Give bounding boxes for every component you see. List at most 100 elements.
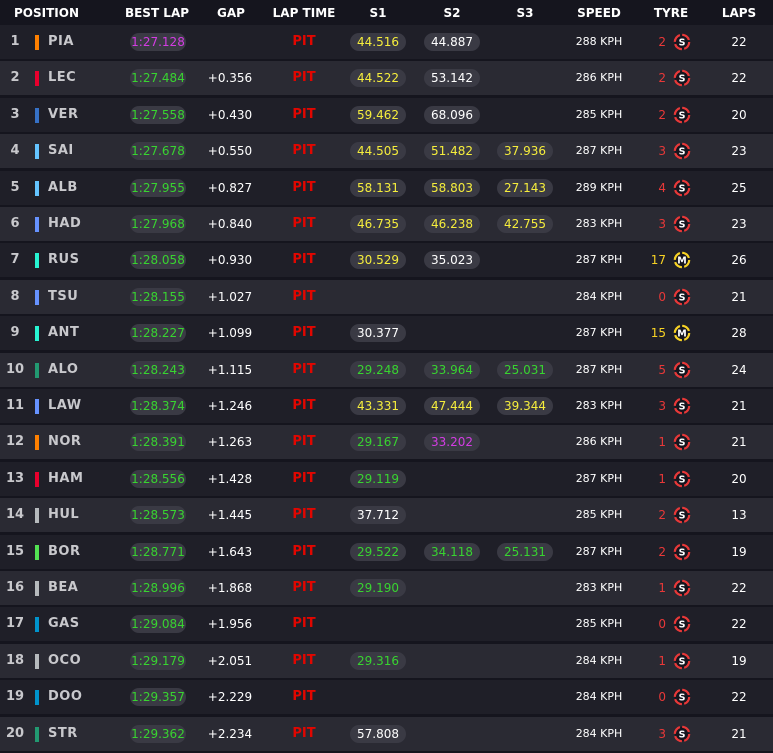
gap-value: +1.246: [207, 399, 253, 413]
table-row[interactable]: 9 ANT 1:28.227 +1.099 PIT 30.377 287 KPH 15 M 28: [0, 316, 773, 351]
driver-code[interactable]: HUL: [48, 498, 79, 532]
header-position[interactable]: POSITION: [14, 6, 79, 20]
best-lap-time: 1:29.179: [130, 651, 186, 670]
table-row[interactable]: 2 LEC 1:27.484 +0.356 PIT 44.522 53.142 286 KPH…: [0, 61, 773, 96]
driver-code[interactable]: ANT: [48, 316, 79, 350]
header-lap-time[interactable]: LAP TIME: [273, 6, 336, 20]
position-number: 20: [5, 725, 25, 741]
driver-code[interactable]: BOR: [48, 535, 80, 569]
tyre-age: 17: [650, 253, 666, 268]
driver-code[interactable]: HAD: [48, 207, 81, 241]
sector-s2-time: 51.482: [424, 142, 480, 161]
header-gap[interactable]: GAP: [217, 6, 245, 20]
header-speed[interactable]: SPEED: [577, 6, 621, 20]
gap-value: +0.840: [207, 217, 253, 231]
table-row[interactable]: 14 HUL 1:28.573 +1.445 PIT 37.712 285 KPH 2 S 13: [0, 498, 773, 533]
table-row[interactable]: 12 NOR 1:28.391 +1.263 PIT 29.167 33.202 286 KP…: [0, 425, 773, 460]
position-number: 2: [10, 70, 20, 86]
driver-code[interactable]: RUS: [48, 243, 79, 277]
lap-time-status: PIT: [292, 216, 316, 231]
tyre-compound-label: S: [679, 74, 686, 85]
tyre-compound-label: S: [679, 365, 686, 376]
laps-count: 24: [731, 362, 747, 377]
lap-time-status: PIT: [292, 434, 316, 450]
header-best-lap[interactable]: BEST LAP: [125, 6, 189, 20]
header-s3[interactable]: S3: [517, 6, 534, 20]
timing-table: POSITION BEST LAP GAP LAP TIME S1 S2 S3 …: [0, 0, 773, 753]
sector-s1-time: 44.505: [350, 142, 406, 161]
driver-code[interactable]: NOR: [48, 425, 81, 459]
sector-s3-time: 39.344: [497, 397, 553, 415]
laps-count: 20: [731, 107, 747, 122]
position-number: 7: [10, 252, 20, 268]
table-row[interactable]: 6 HAD 1:27.968 +0.840 PIT 46.735 46.238 42.755 2…: [0, 207, 773, 241]
driver-code[interactable]: LEC: [48, 61, 76, 95]
speed-value: 285 KPH: [575, 617, 623, 631]
driver-code[interactable]: SAI: [48, 134, 74, 168]
lap-time-status: PIT: [292, 543, 316, 559]
gap-value: [200, 25, 260, 59]
soft-tyre-icon: S: [673, 579, 691, 597]
table-row[interactable]: 10 ALO 1:28.243 +1.115 PIT 29.248 33.964 25.031…: [0, 352, 773, 387]
gap-value: +0.550: [207, 144, 253, 159]
driver-code[interactable]: LAW: [48, 389, 82, 423]
sector-s1-time: 29.190: [350, 579, 406, 597]
driver-code[interactable]: TSU: [48, 280, 78, 314]
driver-code[interactable]: PIA: [48, 25, 74, 59]
driver-code[interactable]: ALO: [48, 353, 78, 387]
driver-code[interactable]: HAM: [48, 462, 83, 496]
laps-count: 22: [731, 690, 747, 705]
sector-s2-time: 46.238: [424, 215, 480, 233]
table-row[interactable]: 8 TSU 1:28.155 +1.027 PIT 284 KPH 0 S 21: [0, 279, 773, 314]
table-row[interactable]: 15 BOR 1:28.771 +1.643 PIT 29.522 34.118 25.131…: [0, 534, 773, 569]
laps-count: 21: [731, 435, 747, 450]
best-lap-time: 1:28.771: [130, 542, 186, 561]
driver-code[interactable]: VER: [48, 98, 78, 132]
driver-code[interactable]: OCO: [48, 644, 81, 678]
header-s2[interactable]: S2: [444, 6, 461, 20]
driver-code[interactable]: GAS: [48, 607, 80, 641]
table-row[interactable]: 7 RUS 1:28.058 +0.930 PIT 30.529 35.023 287 KPH…: [0, 243, 773, 278]
header-laps[interactable]: LAPS: [722, 6, 756, 20]
table-row[interactable]: 4 SAI 1:27.678 +0.550 PIT 44.505 51.482 37.936 2…: [0, 134, 773, 169]
driver-code[interactable]: ALB: [48, 171, 78, 205]
table-row[interactable]: 13 HAM 1:28.556 +1.428 PIT 29.119 287 KPH 1 S 20: [0, 461, 773, 496]
table-row[interactable]: 17 GAS 1:29.084 +1.956 PIT 285 KPH 0 S 22: [0, 607, 773, 642]
table-row[interactable]: 3 VER 1:27.558 +0.430 PIT 59.462 68.096 285 KPH…: [0, 97, 773, 132]
table-row[interactable]: 18 OCO 1:29.179 +2.051 PIT 29.316 284 KPH 1 S 19: [0, 643, 773, 678]
speed-value: 285 KPH: [575, 107, 623, 121]
tyre-age: 15: [650, 326, 666, 341]
team-color-bar: [35, 362, 39, 378]
soft-tyre-icon: S: [673, 361, 691, 379]
gap-value: +0.827: [207, 180, 253, 195]
table-row[interactable]: 11 LAW 1:28.374 +1.246 PIT 43.331 47.444 39.344…: [0, 389, 773, 423]
lap-time-status: PIT: [292, 34, 316, 49]
table-row[interactable]: 1 PIA 1:27.128 PIT 44.516 44.887 288 KPH 2 S 22: [0, 25, 773, 59]
header-tyre[interactable]: TYRE: [654, 6, 688, 20]
position-number: 17: [5, 616, 25, 632]
soft-tyre-icon: S: [673, 106, 691, 124]
driver-code[interactable]: DOO: [48, 680, 82, 714]
team-color-bar: [35, 71, 39, 87]
table-row[interactable]: 16 BEA 1:28.996 +1.868 PIT 29.190 283 KPH 1 S 22: [0, 571, 773, 605]
driver-code[interactable]: STR: [48, 717, 78, 751]
position-number: 8: [10, 288, 20, 304]
sector-s1-time: 30.529: [350, 251, 406, 270]
header-s1[interactable]: S1: [370, 6, 387, 20]
position-number: 15: [5, 543, 25, 559]
gap-value: +1.428: [207, 471, 253, 486]
table-row[interactable]: 20 STR 1:29.362 +2.234 PIT 57.808 284 KPH 3 S 21: [0, 716, 773, 751]
gap-value: +0.930: [207, 253, 253, 268]
driver-code[interactable]: BEA: [48, 571, 78, 605]
team-color-bar: [35, 581, 39, 596]
soft-tyre-icon: S: [673, 543, 691, 561]
best-lap-time: 1:28.374: [130, 397, 186, 415]
table-row[interactable]: 19 DOO 1:29.357 +2.229 PIT 284 KPH 0 S 22: [0, 680, 773, 715]
speed-value: 287 KPH: [575, 253, 623, 267]
tyre-compound-label: M: [677, 256, 686, 267]
table-row[interactable]: 5 ALB 1:27.955 +0.827 PIT 58.131 58.803 27.143 2…: [0, 170, 773, 205]
best-lap-time: 1:28.556: [130, 469, 186, 488]
soft-tyre-icon: S: [673, 615, 691, 633]
speed-value: 286 KPH: [575, 71, 623, 85]
tyre-age: 2: [658, 35, 666, 49]
